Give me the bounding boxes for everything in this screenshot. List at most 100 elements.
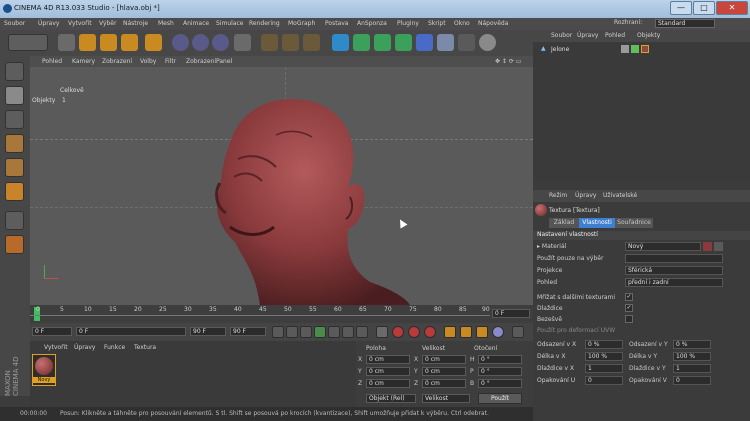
viewport-menu-filtr[interactable]: Filtr [165, 58, 176, 65]
viewport-menu-panel[interactable]: Panel [216, 58, 232, 65]
add-tool-icon[interactable] [145, 34, 162, 51]
light-icon[interactable] [479, 34, 496, 51]
scene-environment-icon[interactable] [437, 34, 454, 51]
position-key-icon[interactable] [444, 326, 456, 338]
menu-napoveda[interactable]: Nápověda [478, 20, 508, 27]
length-x-field[interactable]: 100 % [585, 352, 623, 361]
cube-primitive-icon[interactable] [332, 34, 349, 51]
menu-vyber[interactable]: Výběr [99, 20, 116, 27]
projection-select[interactable]: Sférická [625, 266, 723, 275]
next-key-icon[interactable] [342, 326, 354, 338]
tiles-x-field[interactable]: 1 [585, 364, 623, 373]
length-y-field[interactable]: 100 % [673, 352, 711, 361]
tile-checkbox[interactable]: ✓ [625, 304, 633, 312]
menu-soubor[interactable]: Soubor [4, 20, 25, 27]
menu-postava[interactable]: Postava [325, 20, 348, 27]
enabled-check-icon[interactable] [631, 45, 639, 53]
attr-menu-uzivatelske[interactable]: Uživatelské [603, 192, 637, 199]
close-button[interactable]: ✕ [716, 1, 748, 15]
menu-animace[interactable]: Animace [183, 20, 209, 27]
keyframe-selection-icon[interactable] [424, 326, 436, 338]
viewport-menu-kamery[interactable]: Kamery [72, 58, 95, 65]
size-z-field[interactable]: 0 cm [422, 379, 466, 388]
menu-pluginy[interactable]: Pluginy [397, 20, 419, 27]
object-menu-soubor[interactable]: Soubor [551, 32, 572, 39]
material-swatch[interactable]: Nový [32, 354, 56, 386]
z-axis-icon[interactable] [212, 34, 229, 51]
timeline-menu-icon[interactable] [512, 326, 524, 338]
material-link-menu-icon[interactable] [714, 242, 723, 251]
menu-skript[interactable]: Skript [428, 20, 446, 27]
y-axis-icon[interactable] [192, 34, 209, 51]
coord-size-mode-select[interactable]: Velikost [422, 394, 470, 403]
object-row[interactable]: ▲ Jelone [537, 45, 747, 55]
render-settings-icon[interactable] [303, 34, 320, 51]
material-menu-vytvorit[interactable]: Vytvořit [44, 344, 68, 351]
attr-menu-upravy[interactable]: Úpravy [575, 192, 596, 199]
viewport-nav-icon[interactable]: ✥ ↕ ⟳ ▭ [495, 58, 521, 65]
offset-y-field[interactable]: 0 % [673, 340, 711, 349]
nurbs-icon[interactable] [374, 34, 391, 51]
scale-key-icon[interactable] [460, 326, 472, 338]
material-menu-funkce[interactable]: Funkce [104, 344, 125, 351]
tab-vlastnosti[interactable]: Vlastnosti [579, 218, 615, 228]
pos-x-field[interactable]: 0 cm [366, 355, 410, 364]
texture-mode-icon[interactable] [5, 110, 24, 129]
attr-menu-rezim[interactable]: Režim [549, 192, 567, 199]
add-material-checkbox[interactable]: ✓ [625, 293, 633, 301]
material-menu-upravy[interactable]: Úpravy [74, 344, 95, 351]
menu-rendering[interactable]: Rendering [249, 20, 280, 27]
rotate-tool-icon[interactable] [121, 34, 138, 51]
visibility-icon[interactable] [621, 45, 629, 53]
offset-x-field[interactable]: 0 % [585, 340, 623, 349]
axis-mode-icon[interactable] [5, 211, 24, 230]
menu-ansponza[interactable]: AnSponza [357, 20, 387, 27]
render-picture-viewer-icon[interactable] [282, 34, 299, 51]
apply-button[interactable]: Použít [478, 393, 522, 404]
repetitions-v-field[interactable]: 0 [673, 376, 711, 385]
seamless-checkbox[interactable] [625, 315, 633, 323]
object-menu-objekty[interactable]: Objekty [637, 32, 660, 39]
menu-simulace[interactable]: Simulace [216, 20, 243, 27]
menu-upravy[interactable]: Úpravy [38, 20, 59, 27]
restrict-selection-field[interactable] [625, 254, 723, 263]
size-x-field[interactable]: 0 cm [422, 355, 466, 364]
rot-p-field[interactable]: 0 ° [478, 367, 522, 376]
head-model[interactable] [30, 67, 533, 305]
timeline-end-field[interactable]: 0 F [492, 309, 530, 318]
go-to-start-icon[interactable] [272, 326, 284, 338]
tiles-y-field[interactable]: 1 [673, 364, 711, 373]
make-editable-icon[interactable] [5, 62, 24, 81]
previous-frame-icon[interactable] [300, 326, 312, 338]
timeline[interactable]: 0 5 10 15 20 25 30 35 40 45 50 55 60 65 … [30, 305, 533, 323]
go-to-end-icon[interactable] [356, 326, 368, 338]
next-frame-icon[interactable] [328, 326, 340, 338]
render-view-icon[interactable] [261, 34, 278, 51]
minimize-button[interactable]: — [670, 1, 692, 15]
record-keys-icon[interactable] [392, 326, 404, 338]
side-select[interactable]: přední i zadní [625, 278, 723, 287]
undo-redo-icon[interactable] [8, 34, 48, 51]
coord-mode-select[interactable]: Objekt (Rel) [366, 394, 416, 403]
range-end-field[interactable]: 90 F [190, 327, 226, 336]
layout-select[interactable]: Standard [655, 19, 715, 28]
menu-vytvorit[interactable]: Vytvořit [68, 20, 92, 27]
play-icon[interactable] [314, 326, 326, 338]
material-link-field[interactable]: Nový [625, 242, 701, 251]
tab-zaklad[interactable]: Základ [549, 218, 579, 228]
viewport-menu-zobrazeni2[interactable]: Zobrazení [186, 58, 216, 65]
viewport-menu-pohled[interactable]: Pohled [42, 58, 62, 65]
menu-nastroje[interactable]: Nástroje [123, 20, 148, 27]
select-arrow-icon[interactable] [58, 34, 75, 51]
move-tool-icon[interactable] [79, 34, 96, 51]
current-frame-slider[interactable]: 0 F [76, 327, 186, 336]
scale-tool-icon[interactable] [100, 34, 117, 51]
autokey-icon[interactable] [408, 326, 420, 338]
loop-icon[interactable] [376, 326, 388, 338]
magnet-snap-icon[interactable] [5, 235, 24, 254]
viewport[interactable] [30, 67, 533, 305]
rotation-key-icon[interactable] [476, 326, 488, 338]
viewport-menu-volby[interactable]: Volby [140, 58, 156, 65]
array-icon[interactable] [395, 34, 412, 51]
points-mode-icon[interactable] [5, 134, 24, 153]
